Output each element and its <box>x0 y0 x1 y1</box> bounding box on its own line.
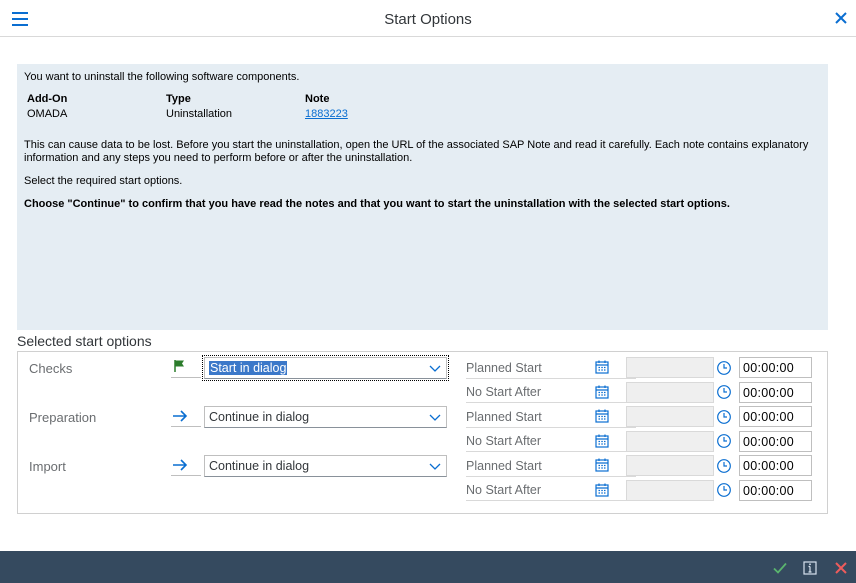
info-icon[interactable] <box>802 560 818 576</box>
planned-start-label-import: Planned Start <box>466 454 636 477</box>
arrow-right-icon <box>171 407 201 427</box>
calendar-icon[interactable] <box>595 434 609 448</box>
phase-label-import: Import <box>29 459 66 474</box>
clock-icon[interactable] <box>716 360 732 376</box>
phase-label-checks: Checks <box>29 361 73 376</box>
no-start-after-label-import: No Start After <box>466 478 636 501</box>
select-hint-text: Select the required start options. <box>24 175 183 187</box>
clock-icon[interactable] <box>716 482 732 498</box>
flag-icon <box>171 358 201 378</box>
planned-start-date-preparation[interactable] <box>626 406 714 427</box>
chevron-down-icon <box>429 414 441 421</box>
component-table: Add-On Type Note OMADA Uninstallation 18… <box>24 93 821 133</box>
clock-icon[interactable] <box>716 433 732 449</box>
no-start-after-date-import[interactable] <box>626 480 714 501</box>
start-options-box: Checks Start in dialog Planned Start 00:… <box>17 351 828 514</box>
no-start-after-time-import[interactable]: 00:00:00 <box>739 480 812 501</box>
clock-icon[interactable] <box>716 458 732 474</box>
sap-note-link[interactable]: 1883223 <box>305 108 348 120</box>
close-icon[interactable] <box>833 10 849 26</box>
calendar-icon[interactable] <box>595 483 609 497</box>
mode-value-checks: Start in dialog <box>209 361 288 375</box>
no-start-after-time-checks[interactable]: 00:00:00 <box>739 382 812 403</box>
clock-icon[interactable] <box>716 384 732 400</box>
col-header-note: Note <box>305 93 330 105</box>
warning-text: This can cause data to be lost. Before y… <box>24 139 809 164</box>
planned-start-time-preparation[interactable]: 00:00:00 <box>739 406 812 427</box>
calendar-icon[interactable] <box>595 360 609 374</box>
dialog-title: Start Options <box>384 11 472 28</box>
confirm-check-icon[interactable] <box>772 560 788 576</box>
calendar-icon[interactable] <box>595 458 609 472</box>
planned-start-time-import[interactable]: 00:00:00 <box>739 455 812 476</box>
cell-addon: OMADA <box>27 108 68 120</box>
calendar-icon[interactable] <box>595 385 609 399</box>
cell-type: Uninstallation <box>166 108 233 120</box>
footer-toolbar <box>0 551 856 583</box>
mode-value-import: Continue in dialog <box>209 459 310 473</box>
col-header-addon: Add-On <box>27 93 68 105</box>
intro-text: You want to uninstall the following soft… <box>24 71 300 83</box>
mode-select-import[interactable]: Continue in dialog <box>204 455 447 477</box>
cancel-x-icon[interactable] <box>833 560 849 576</box>
no-start-after-date-checks[interactable] <box>626 382 714 403</box>
planned-start-time-checks[interactable]: 00:00:00 <box>739 357 812 378</box>
mode-value-preparation: Continue in dialog <box>209 410 310 424</box>
calendar-icon[interactable] <box>595 409 609 423</box>
no-start-after-time-preparation[interactable]: 00:00:00 <box>739 431 812 452</box>
no-start-after-date-preparation[interactable] <box>626 431 714 452</box>
title-bar: Start Options <box>0 0 856 37</box>
chevron-down-icon <box>429 365 441 372</box>
no-start-after-label-preparation: No Start After <box>466 429 636 452</box>
phase-label-preparation: Preparation <box>29 410 97 425</box>
planned-start-label-checks: Planned Start <box>466 356 636 379</box>
clock-icon[interactable] <box>716 409 732 425</box>
confirm-text: Choose "Continue" to confirm that you ha… <box>24 198 730 210</box>
planned-start-label-preparation: Planned Start <box>466 405 636 428</box>
col-header-type: Type <box>166 93 191 105</box>
arrow-right-icon <box>171 456 201 476</box>
planned-start-date-checks[interactable] <box>626 357 714 378</box>
mode-select-checks[interactable]: Start in dialog <box>202 355 449 381</box>
no-start-after-label-checks: No Start After <box>466 380 636 403</box>
section-title: Selected start options <box>17 333 152 349</box>
info-panel: You want to uninstall the following soft… <box>17 64 828 330</box>
start-options-dialog: Start Options You want to uninstall the … <box>0 0 856 583</box>
chevron-down-icon <box>429 463 441 470</box>
mode-select-preparation[interactable]: Continue in dialog <box>204 406 447 428</box>
planned-start-date-import[interactable] <box>626 455 714 476</box>
